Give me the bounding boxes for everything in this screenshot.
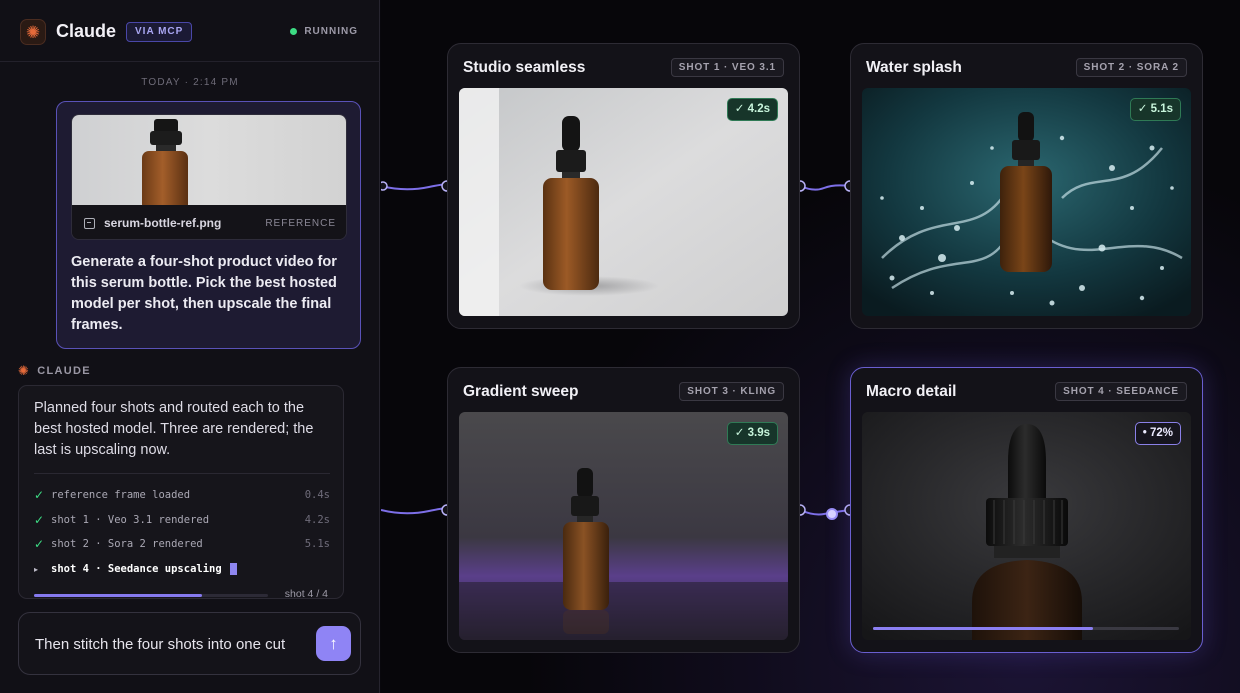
studio-bottle-image bbox=[459, 88, 788, 316]
connector-shot1-shot2 bbox=[794, 180, 854, 192]
upscale-progress-fill bbox=[873, 627, 1094, 630]
assistant-name: CLAUDE bbox=[37, 365, 91, 377]
send-button[interactable]: ↑ bbox=[316, 626, 351, 661]
workflow-canvas: Studio seamless SHOT 1 · VEO 3.1 ✓ 4.2s … bbox=[381, 0, 1240, 693]
connection-badge: VIA MCP bbox=[126, 22, 193, 42]
chat-header: ✺ Claude VIA MCP RUNNING bbox=[0, 0, 380, 62]
play-icon: ▸ bbox=[34, 564, 39, 574]
shot-card-4[interactable]: Macro detail SHOT 4 · SEEDANCE • 72% bbox=[850, 367, 1203, 653]
upscale-progress-badge: • 72% bbox=[1134, 422, 1181, 445]
chat-panel: ✺ Claude VIA MCP RUNNING TODAY · 2:14 PM bbox=[0, 0, 380, 693]
shot-title: Gradient sweep bbox=[463, 383, 579, 400]
log-row: ✓ shot 2 · Sora 2 rendered 5.1s bbox=[34, 532, 330, 557]
attachment-tag: REFERENCE bbox=[265, 217, 336, 229]
status-dot-icon bbox=[290, 28, 298, 35]
assistant-message: Planned four shots and routed each to th… bbox=[18, 385, 344, 599]
sparkle-icon: ✺ bbox=[20, 19, 46, 45]
message-input[interactable] bbox=[35, 633, 305, 655]
assistant-label: ✺ CLAUDE bbox=[18, 363, 91, 379]
working-cursor bbox=[229, 563, 237, 576]
splash-bottle-image bbox=[862, 88, 1191, 316]
log-time: 5.1s bbox=[304, 538, 330, 551]
shot-preview: • 72% bbox=[862, 412, 1191, 640]
log-label: shot 4 · Seedance upscaling bbox=[51, 563, 222, 576]
attachment-card[interactable]: serum-bottle-ref.png REFERENCE bbox=[71, 114, 347, 240]
check-icon: ✓ bbox=[34, 537, 45, 552]
arrow-up-icon: ↑ bbox=[329, 633, 338, 653]
log-time: 0.4s bbox=[304, 489, 330, 502]
log-time: 4.2s bbox=[304, 513, 330, 526]
upscale-progress-bar bbox=[873, 627, 1179, 630]
shot-title: Macro detail bbox=[866, 383, 957, 400]
render-time-badge: ✓ 4.2s bbox=[726, 98, 778, 121]
check-icon: ✓ bbox=[34, 512, 45, 527]
log-label: shot 1 · Veo 3.1 rendered bbox=[51, 513, 210, 526]
check-icon: ✓ bbox=[34, 488, 45, 503]
assistant-message-text: Planned four shots and routed each to th… bbox=[34, 400, 314, 458]
shot-preview: ✓ 5.1s bbox=[862, 88, 1191, 316]
user-message: serum-bottle-ref.png REFERENCE Generate … bbox=[56, 101, 361, 349]
task-progress-label: shot 4 / 4 bbox=[284, 588, 328, 599]
shot-title: Water splash bbox=[866, 59, 962, 76]
connector-shot3-shot4 bbox=[794, 504, 854, 520]
attachment-thumbnail bbox=[72, 115, 346, 205]
log-row-active: ▸ shot 4 · Seedance upscaling bbox=[34, 557, 330, 582]
task-progress-fill bbox=[34, 594, 203, 597]
task-progress-bar bbox=[34, 594, 268, 597]
shot-preview: ✓ 3.9s bbox=[459, 412, 788, 640]
log-label: shot 2 · Sora 2 rendered bbox=[51, 538, 203, 551]
message-timestamp: TODAY · 2:14 PM bbox=[141, 77, 239, 88]
shot-preview: ✓ 4.2s bbox=[459, 88, 788, 316]
attachment-meta: serum-bottle-ref.png REFERENCE bbox=[72, 205, 346, 239]
log-row: ✓ reference frame loaded 0.4s bbox=[34, 483, 330, 508]
app-title: Claude bbox=[56, 21, 117, 41]
shot-model-tag: SHOT 4 · SEEDANCE bbox=[1055, 382, 1187, 401]
render-time-badge: ✓ 5.1s bbox=[1129, 98, 1181, 121]
shot-title: Studio seamless bbox=[463, 59, 586, 76]
serum-bottle-thumbnail bbox=[142, 119, 188, 205]
shot-card-2[interactable]: Water splash SHOT 2 · SORA 2 ✓ 5.1s bbox=[850, 43, 1203, 329]
image-file-icon bbox=[84, 217, 95, 229]
status-label: RUNNING bbox=[304, 26, 358, 37]
attachment-name: serum-bottle-ref.png bbox=[104, 216, 222, 230]
shot-card-3[interactable]: Gradient sweep SHOT 3 · KLING ✓ 3.9s bbox=[447, 367, 800, 653]
shot-card-1[interactable]: Studio seamless SHOT 1 · VEO 3.1 ✓ 4.2s bbox=[447, 43, 800, 329]
log-row: ✓ shot 1 · Veo 3.1 rendered 4.2s bbox=[34, 508, 330, 533]
log-label: reference frame loaded bbox=[51, 489, 191, 502]
shot-model-tag: SHOT 1 · VEO 3.1 bbox=[670, 58, 784, 77]
shot-model-tag: SHOT 2 · SORA 2 bbox=[1075, 58, 1187, 77]
sparkle-icon: ✺ bbox=[18, 363, 31, 378]
render-time-badge: ✓ 3.9s bbox=[726, 422, 778, 445]
shot-model-tag: SHOT 3 · KLING bbox=[679, 382, 784, 401]
message-composer: ↑ bbox=[18, 612, 361, 675]
divider bbox=[34, 473, 330, 474]
status-indicator: RUNNING bbox=[290, 26, 358, 37]
macro-bottle-image bbox=[862, 412, 1191, 640]
user-message-text: Generate a four-shot product video for t… bbox=[71, 254, 337, 333]
gradient-bottle-image bbox=[459, 412, 788, 640]
task-log: ✓ reference frame loaded 0.4s ✓ shot 1 ·… bbox=[34, 483, 330, 581]
